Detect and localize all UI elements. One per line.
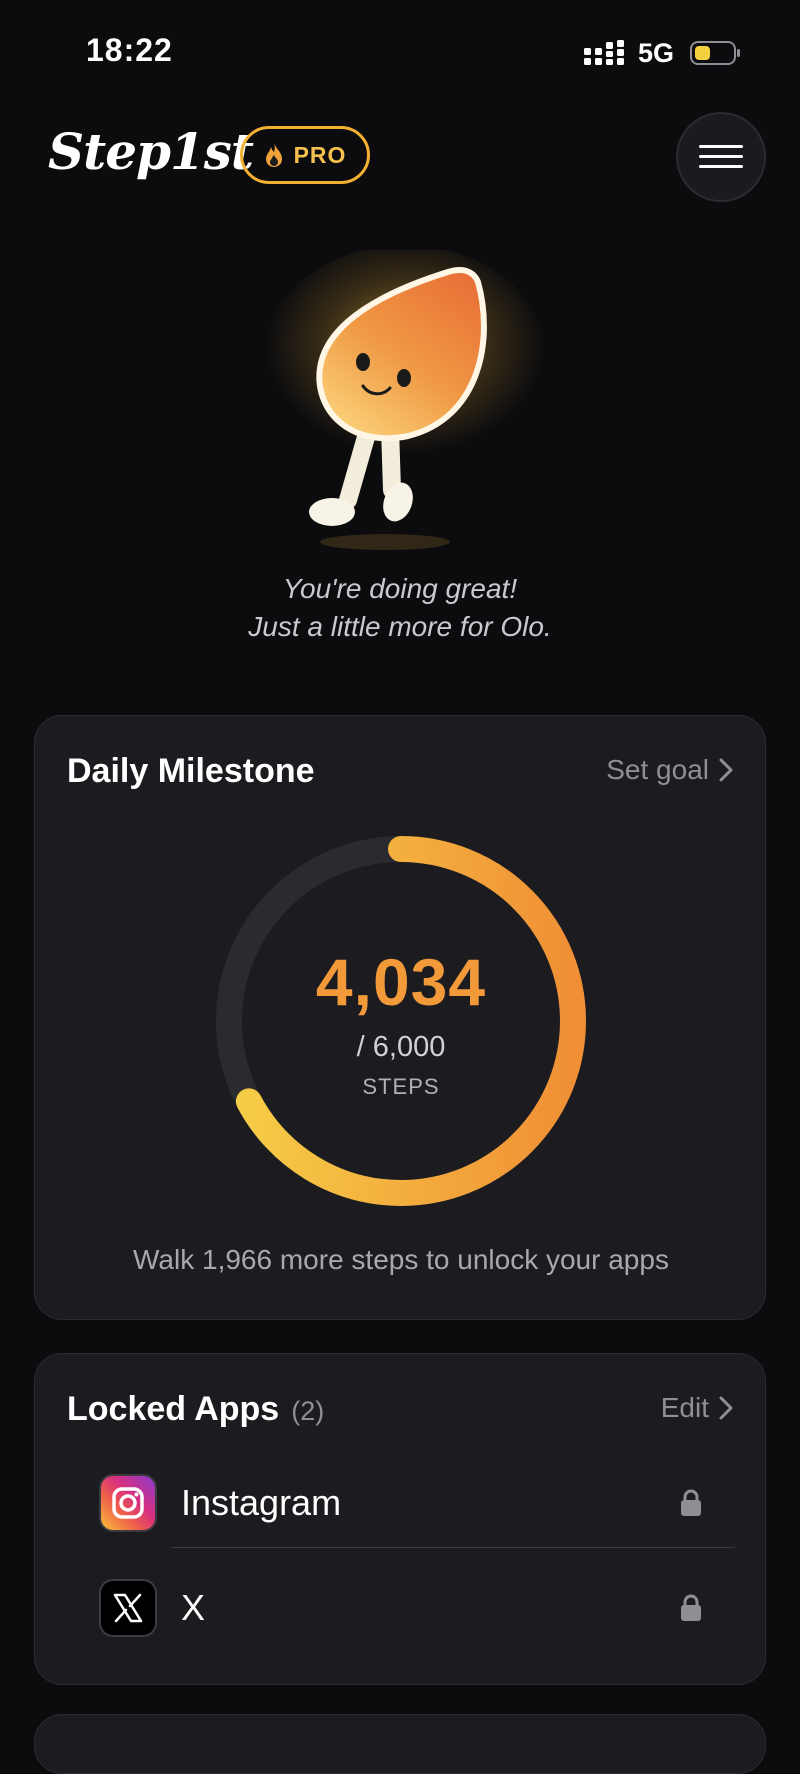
- app-logo: Step1st: [48, 122, 254, 181]
- locked-apps-title-text: Locked Apps: [67, 1390, 280, 1428]
- lock-icon: [681, 1489, 701, 1516]
- encouragement-line-2: Just a little more for Olo.: [248, 611, 552, 642]
- lock-icon: [681, 1594, 701, 1621]
- locked-app-row[interactable]: X: [35, 1559, 767, 1659]
- status-time: 18:22: [86, 32, 173, 68]
- steps-unit-label: STEPS: [362, 1074, 440, 1099]
- steps-count: 4,034: [315, 945, 487, 1019]
- locked-apps-count: (2): [291, 1396, 325, 1426]
- hamburger-menu-icon: [699, 145, 743, 168]
- encouragement-line-1: You're doing great!: [282, 573, 518, 604]
- encouragement-message: You're doing great! Just a little more f…: [0, 570, 800, 646]
- status-bar: 18:22 5G: [0, 0, 800, 100]
- next-card-peek: [34, 1714, 766, 1774]
- locked-apps-card: Locked Apps (2) Edit Instagram X: [34, 1353, 766, 1685]
- daily-milestone-card: Daily Milestone Set goal 4,034 / 6,000 S…: [34, 715, 766, 1320]
- pro-badge-label: PRO: [293, 141, 347, 168]
- chevron-right-icon: [719, 758, 733, 782]
- app-name: Instagram: [181, 1482, 342, 1523]
- row-divider: [171, 1547, 735, 1548]
- chevron-right-icon: [719, 1396, 733, 1420]
- locked-apps-title: Locked Apps (2): [67, 1390, 324, 1429]
- edit-locked-apps-link[interactable]: Edit: [661, 1392, 733, 1424]
- menu-button[interactable]: [676, 112, 766, 202]
- locked-app-row[interactable]: Instagram: [35, 1454, 767, 1554]
- milestone-title: Daily Milestone: [67, 752, 315, 790]
- cellular-signal-icon: [584, 40, 624, 65]
- flame-icon: [265, 143, 282, 167]
- steps-goal: / 6,000: [356, 1031, 446, 1063]
- battery-icon: [690, 41, 740, 65]
- x-icon: [99, 1579, 157, 1637]
- edit-label: Edit: [660, 1392, 709, 1423]
- pro-badge[interactable]: PRO: [240, 126, 370, 184]
- instagram-icon: [99, 1474, 157, 1532]
- network-type: 5G: [638, 38, 675, 68]
- steps-progress-ring: [216, 836, 586, 1206]
- app-header: Step1st PRO: [0, 110, 800, 210]
- mascot-illustration: [265, 250, 545, 550]
- set-goal-link[interactable]: Set goal: [606, 754, 733, 786]
- app-name: X: [181, 1587, 206, 1628]
- unlock-message: Walk 1,966 more steps to unlock your app…: [133, 1244, 669, 1275]
- set-goal-label: Set goal: [606, 754, 709, 785]
